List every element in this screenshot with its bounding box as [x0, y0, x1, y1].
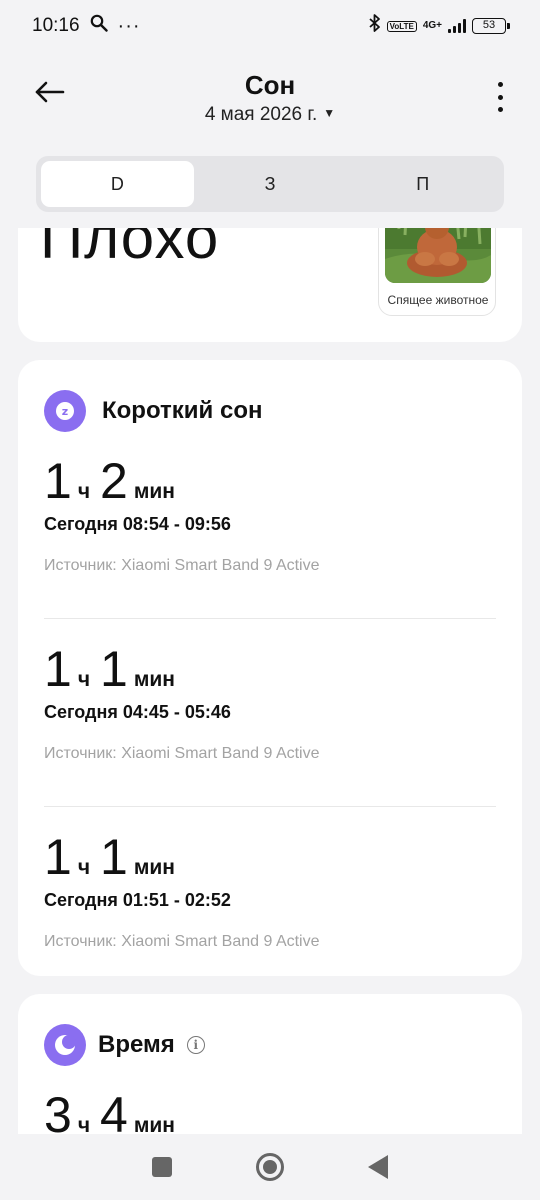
minutes-unit: мин [133, 1114, 175, 1134]
info-icon[interactable]: i [186, 1036, 205, 1054]
nap-time-range: Сегодня 01:51 - 02:52 [44, 890, 231, 910]
hours-unit: ч [77, 668, 91, 691]
date-selector[interactable]: 4 мая 2026 г. ▼ [0, 104, 540, 126]
hours-unit: ч [77, 856, 91, 879]
duration-minutes: 1 [100, 829, 128, 885]
tab-month[interactable]: П [346, 161, 499, 207]
svg-text:z: z [62, 405, 68, 418]
home-button[interactable] [256, 1153, 284, 1181]
nap-time-range: Сегодня 04:45 - 05:46 [44, 702, 231, 722]
caret-down-icon: ▼ [323, 106, 336, 120]
sleep-animal-tile[interactable]: Спящее животное [378, 228, 496, 316]
top-app-bar: Сон 4 мая 2026 г. ▼ [0, 60, 540, 140]
date-label: 4 мая 2026 г. [204, 104, 318, 125]
duration-minutes: 4 [100, 1087, 128, 1134]
nap-source: Источник: Xiaomi Smart Band 9 Active [44, 557, 320, 574]
nap-card-title: Короткий сон [102, 397, 263, 424]
nap-icon: z [44, 390, 86, 432]
network-type: 4G+ [422, 20, 442, 31]
signal-icon [448, 19, 466, 33]
total-time: 3 ч 4 мин [44, 1088, 496, 1134]
duration-hours: 3 [44, 1087, 72, 1134]
nap-time-range: Сегодня 08:54 - 09:56 [44, 514, 231, 534]
period-tabs: D З П [36, 156, 504, 212]
status-bar: 10:16 ··· VoLTE 4G+ 53 [0, 0, 540, 52]
time-card-title: Время [98, 1031, 175, 1058]
minutes-unit: мин [133, 480, 175, 503]
tab-week[interactable]: З [194, 161, 347, 207]
duration-minutes: 2 [100, 453, 128, 509]
nap-card-header: z Короткий сон [44, 390, 262, 432]
hours-unit: ч [77, 480, 91, 503]
nap-session[interactable]: 1 ч 1 мин Сегодня 04:45 - 05:46 Источник… [44, 642, 496, 763]
minutes-unit: мин [133, 668, 175, 691]
animal-caption: Спящее животное [387, 293, 489, 307]
bluetooth-icon [369, 14, 381, 38]
content-scroll[interactable]: Плохо Спящее животное z Короткий сон 1 ч… [0, 228, 540, 1134]
more-notifications-icon: ··· [117, 14, 141, 37]
sleep-rating: Плохо [40, 228, 220, 271]
battery-icon: 53 [472, 18, 510, 34]
moon-icon [44, 1024, 86, 1066]
duration-hours: 1 [44, 453, 72, 509]
battery-level: 53 [482, 19, 496, 31]
tab-day[interactable]: D [41, 161, 194, 207]
system-nav-bar [0, 1134, 540, 1200]
duration-hours: 1 [44, 641, 72, 697]
minutes-unit: мин [133, 856, 175, 879]
page-title: Сон [244, 70, 296, 100]
divider [44, 806, 496, 807]
hours-unit: ч [77, 1114, 91, 1134]
nap-source: Источник: Xiaomi Smart Band 9 Active [44, 745, 320, 762]
search-icon [90, 14, 108, 38]
nap-source: Источник: Xiaomi Smart Band 9 Active [44, 933, 320, 950]
duration-minutes: 1 [100, 641, 128, 697]
nap-duration: 1 ч 2 мин [44, 454, 496, 508]
sleeping-animal-image [385, 228, 491, 283]
status-time: 10:16 [32, 15, 80, 36]
nap-duration: 1 ч 1 мин [44, 642, 496, 696]
recents-button[interactable] [152, 1157, 172, 1177]
more-vert-icon[interactable] [490, 82, 510, 112]
nap-card: z Короткий сон 1 ч 2 мин Сегодня 08:54 -… [18, 360, 522, 976]
time-card-header: Время i [44, 1024, 205, 1066]
total-duration: 3 ч 4 мин [44, 1088, 496, 1134]
volte-badge: VoLTE [386, 20, 417, 32]
duration-hours: 1 [44, 829, 72, 885]
back-button[interactable] [368, 1155, 388, 1179]
nap-session[interactable]: 1 ч 2 мин Сегодня 08:54 - 09:56 Источник… [44, 454, 496, 575]
nap-duration: 1 ч 1 мин [44, 830, 496, 884]
nap-session[interactable]: 1 ч 1 мин Сегодня 01:51 - 02:52 Источник… [44, 830, 496, 951]
divider [44, 618, 496, 619]
sleep-summary-card: Плохо Спящее животное [18, 228, 522, 342]
sleep-time-card: Время i 3 ч 4 мин [18, 994, 522, 1134]
